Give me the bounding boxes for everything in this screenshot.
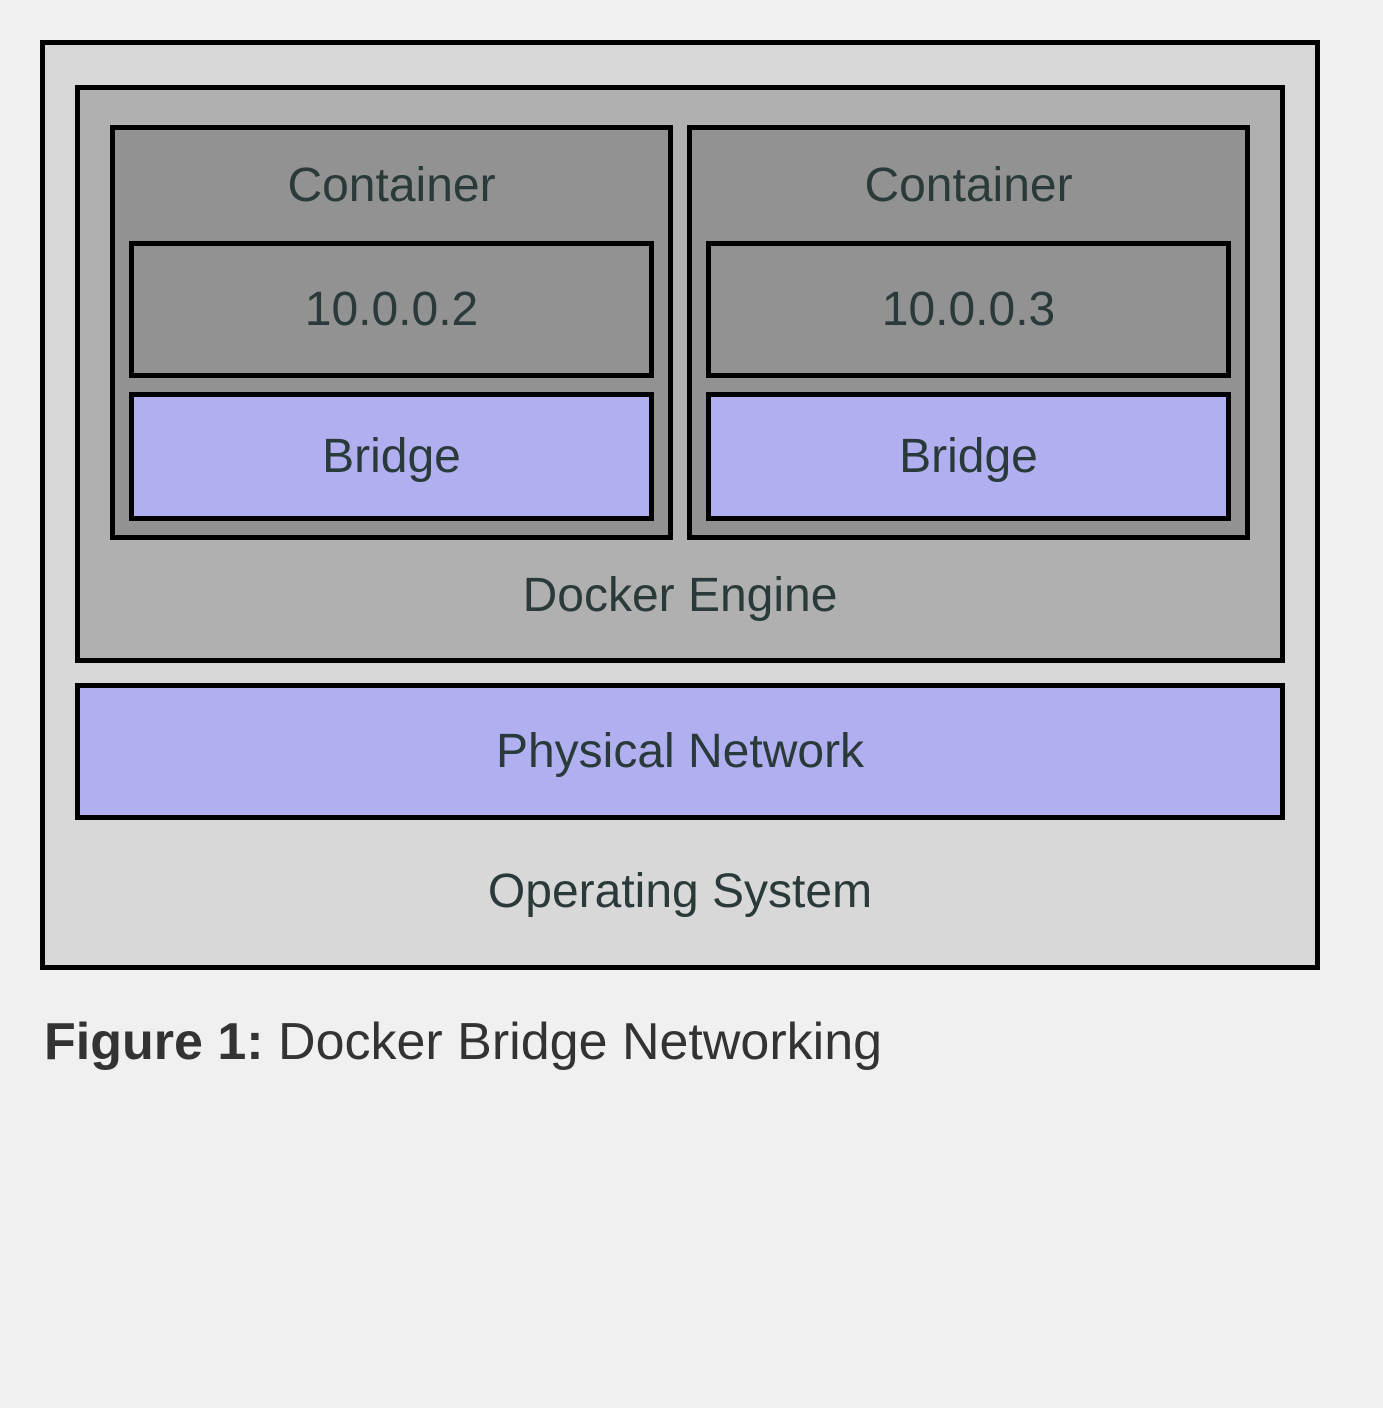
figure-number: Figure 1:	[44, 1013, 264, 1071]
containers-row: Container 10.0.0.2 Bridge Container 10.0…	[110, 125, 1250, 540]
container-ip-box: 10.0.0.2	[129, 241, 654, 378]
figure-caption-text: Docker Bridge Networking	[264, 1013, 882, 1071]
container-title: Container	[129, 140, 654, 227]
figure-caption: Figure 1: Docker Bridge Networking	[40, 970, 1343, 1072]
container-bridge-box: Bridge	[129, 392, 654, 521]
container-ip-box: 10.0.0.3	[706, 241, 1231, 378]
operating-system-box: Container 10.0.0.2 Bridge Container 10.0…	[40, 40, 1320, 970]
container-box-1: Container 10.0.0.2 Bridge	[110, 125, 673, 540]
physical-network-box: Physical Network	[75, 683, 1285, 820]
container-bridge-box: Bridge	[706, 392, 1231, 521]
container-title: Container	[706, 140, 1231, 227]
operating-system-label: Operating System	[75, 840, 1285, 935]
docker-engine-box: Container 10.0.0.2 Bridge Container 10.0…	[75, 85, 1285, 663]
docker-engine-label: Docker Engine	[110, 540, 1250, 633]
container-box-2: Container 10.0.0.3 Bridge	[687, 125, 1250, 540]
